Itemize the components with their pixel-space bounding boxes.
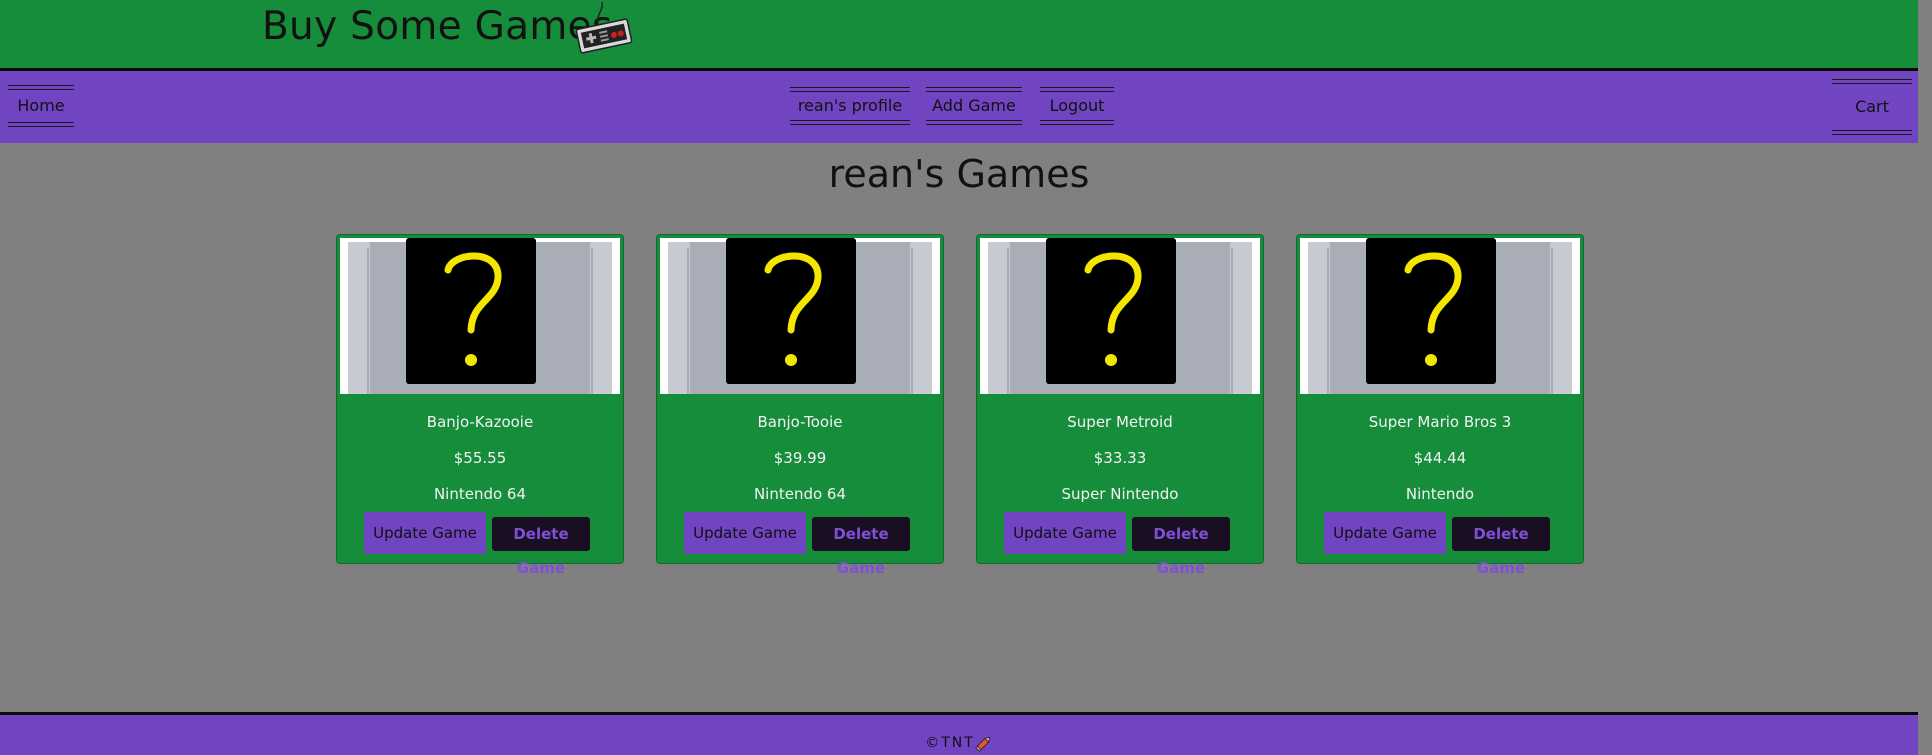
site-footer: ©TNT — [0, 712, 1918, 755]
site-title: Buy Some Games — [262, 4, 613, 49]
game-platform: Nintendo 64 — [753, 485, 847, 503]
game-name: Super Metroid — [1067, 413, 1173, 431]
game-image — [1300, 238, 1580, 394]
nav-cart-link[interactable]: Cart — [1832, 79, 1912, 135]
question-mark-cartridge-icon — [668, 238, 932, 394]
nes-controller-icon — [575, 1, 633, 54]
nav-bar: Home rean's profile Add Game Logout Cart — [0, 71, 1918, 143]
update-game-button[interactable]: Update Game — [1004, 512, 1126, 554]
game-card: Super Mario Bros 3 $44.44 Nintendo Updat… — [1296, 234, 1584, 577]
update-game-button[interactable]: Update Game — [1324, 512, 1446, 554]
game-image — [340, 238, 620, 394]
game-name: Banjo-Kazooie — [426, 413, 534, 431]
scrollbar-area — [1918, 0, 1932, 755]
question-mark-cartridge-icon — [348, 238, 612, 394]
update-game-button[interactable]: Update Game — [684, 512, 806, 554]
delete-game-button[interactable]: Delete Game — [492, 517, 590, 577]
question-mark-cartridge-icon — [988, 238, 1252, 394]
pencil-icon — [975, 736, 990, 752]
page: Buy Some Games Home rean's profile Add G… — [0, 0, 1932, 755]
delete-game-button[interactable]: Delete Game — [812, 517, 910, 577]
game-name: Banjo-Tooie — [757, 413, 843, 431]
delete-game-button[interactable]: Delete Game — [1132, 517, 1230, 577]
game-price: $39.99 — [773, 449, 827, 467]
page-title: rean's Games — [828, 152, 1090, 196]
game-card: Banjo-Tooie $39.99 Nintendo 64 Update Ga… — [656, 234, 944, 577]
game-platform: Nintendo 64 — [433, 485, 527, 503]
site-header: Buy Some Games — [0, 0, 1918, 71]
nav-profile-link[interactable]: rean's profile — [790, 87, 910, 125]
game-card: Super Metroid $33.33 Super Nintendo Upda… — [976, 234, 1264, 577]
game-platform: Super Nintendo — [1061, 485, 1179, 503]
game-price: $33.33 — [1093, 449, 1147, 467]
game-price: $55.55 — [453, 449, 507, 467]
nav-add-game-link[interactable]: Add Game — [926, 87, 1022, 125]
nav-home-link[interactable]: Home — [8, 85, 74, 127]
game-card: Banjo-Kazooie $55.55 Nintendo 64 Update … — [336, 234, 624, 577]
footer-copyright: ©TNT — [0, 734, 1918, 752]
question-mark-cartridge-icon — [1308, 238, 1572, 394]
game-name: Super Mario Bros 3 — [1368, 413, 1512, 431]
game-image — [660, 238, 940, 394]
delete-game-button[interactable]: Delete Game — [1452, 517, 1550, 577]
footer-text: ©TNT — [925, 735, 975, 751]
game-platform: Nintendo — [1405, 485, 1475, 503]
game-price: $44.44 — [1413, 449, 1467, 467]
nav-logout-link[interactable]: Logout — [1040, 87, 1114, 125]
update-game-button[interactable]: Update Game — [364, 512, 486, 554]
game-image — [980, 238, 1260, 394]
